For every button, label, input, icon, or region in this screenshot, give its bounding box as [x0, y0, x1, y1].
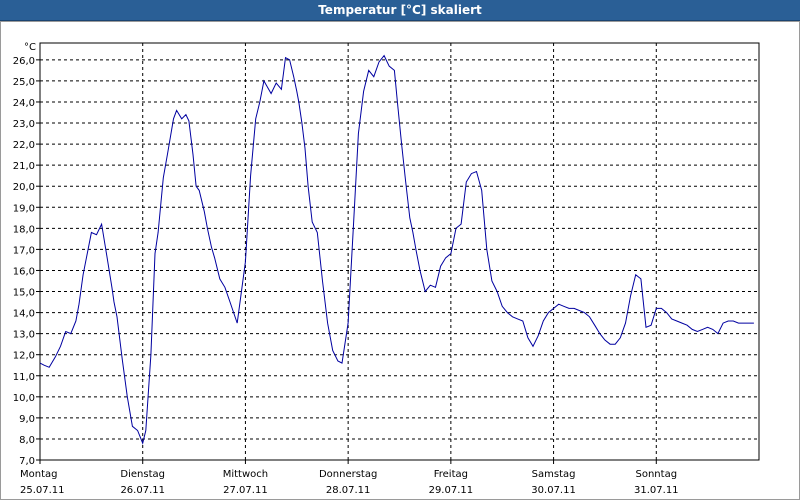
y-tick-label: 11,0 — [13, 372, 35, 383]
x-tick-date-label: 31.07.11 — [634, 485, 679, 496]
y-tick-label: 17,0 — [13, 245, 35, 256]
y-tick-label: 25,0 — [13, 77, 35, 88]
x-tick-date-label: 25.07.11 — [20, 485, 65, 496]
y-tick-label: 26,0 — [13, 56, 35, 67]
y-tick-label: 16,0 — [13, 266, 35, 277]
y-axis-unit: °C — [24, 42, 36, 53]
x-tick-weekday-label: Samstag — [532, 469, 576, 480]
y-tick-label: 12,0 — [13, 351, 35, 362]
y-tick-label: 20,0 — [13, 182, 35, 193]
y-tick-label: 24,0 — [13, 98, 35, 109]
y-tick-label: 8,0 — [19, 435, 35, 446]
x-tick-weekday-label: Sonntag — [636, 469, 678, 480]
y-tick-label: 10,0 — [13, 393, 35, 404]
x-tick-date-label: 29.07.11 — [429, 485, 474, 496]
y-axis-ticks: 7,0 8,0 9,0 10,0 11,0 12,0 13,0 14,0 15,0 16,0 17,… — [13, 56, 40, 467]
x-tick-weekday-label: Donnerstag — [319, 469, 377, 480]
x-tick-date-label: 28.07.11 — [326, 485, 371, 496]
x-tick-weekday-label: Dienstag — [120, 469, 165, 480]
y-tick-label: 7,0 — [19, 456, 35, 467]
x-tick-weekday-label: Mittwoch — [223, 469, 268, 480]
y-tick-label: 15,0 — [13, 288, 35, 299]
x-tick-weekday-label: Freitag — [434, 469, 468, 480]
y-tick-label: 18,0 — [13, 224, 35, 235]
x-tick-date-label: 26.07.11 — [120, 485, 165, 496]
x-tick-weekday-label: Montag — [20, 469, 57, 480]
y-tick-label: 23,0 — [13, 119, 35, 130]
y-tick-label: 13,0 — [13, 330, 35, 341]
x-tick-date-label: 27.07.11 — [223, 485, 268, 496]
y-tick-label: 22,0 — [13, 140, 35, 151]
y-tick-label: 9,0 — [19, 414, 35, 425]
y-tick-label: 19,0 — [13, 203, 35, 214]
x-axis-ticks: Montag 25.07.11 Dienstag 26.07.11 Mittwoch 27… — [20, 460, 679, 496]
temperature-chart: °C 7,0 8,0 9,0 10,0 11,0 12,0 13,0 14,0 15,0 16,0… — [13, 42, 760, 496]
x-tick-date-label: 30.07.11 — [531, 485, 576, 496]
y-tick-label: 21,0 — [13, 161, 35, 172]
y-tick-label: 14,0 — [13, 309, 35, 320]
